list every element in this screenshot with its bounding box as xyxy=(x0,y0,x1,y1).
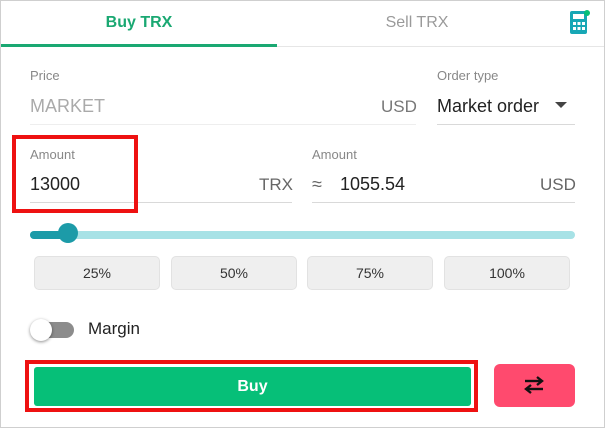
highlight-buy-box xyxy=(25,360,478,412)
amount-slider[interactable] xyxy=(30,231,575,239)
amount-usd-label: Amount xyxy=(312,147,357,162)
tab-buy[interactable]: Buy TRX xyxy=(1,1,277,47)
toggle-knob xyxy=(30,319,52,341)
order-type-label: Order type xyxy=(437,68,499,83)
price-underline xyxy=(30,124,416,125)
amount-usd-input[interactable]: 1055.54 xyxy=(340,174,405,195)
percent-50-button[interactable]: 50% xyxy=(171,256,297,290)
swap-arrows-icon xyxy=(524,376,544,394)
margin-label: Margin xyxy=(88,319,140,338)
calculator-icon[interactable] xyxy=(568,10,590,35)
approx-symbol: ≈ xyxy=(312,174,322,194)
margin-toggle[interactable] xyxy=(30,319,74,341)
highlight-amount-box xyxy=(12,135,138,213)
order-type-underline xyxy=(437,124,575,125)
amount-usd-underline xyxy=(312,202,575,203)
tab-sell[interactable]: Sell TRX xyxy=(277,1,557,47)
order-type-select[interactable]: Market order xyxy=(437,96,539,117)
trade-tabs: Buy TRX Sell TRX xyxy=(1,1,604,47)
price-label: Price xyxy=(30,68,60,83)
percent-25-button[interactable]: 25% xyxy=(34,256,160,290)
amount-usd-unit: USD xyxy=(540,175,576,194)
caret-down-icon[interactable] xyxy=(555,102,567,108)
amount-trx-unit: TRX xyxy=(259,175,293,194)
percent-100-button[interactable]: 100% xyxy=(444,256,570,290)
slider-thumb[interactable] xyxy=(58,223,79,243)
swap-button[interactable] xyxy=(494,364,575,407)
price-value: MARKET xyxy=(30,96,106,116)
percent-75-button[interactable]: 75% xyxy=(307,256,433,290)
price-unit: USD xyxy=(381,97,417,116)
